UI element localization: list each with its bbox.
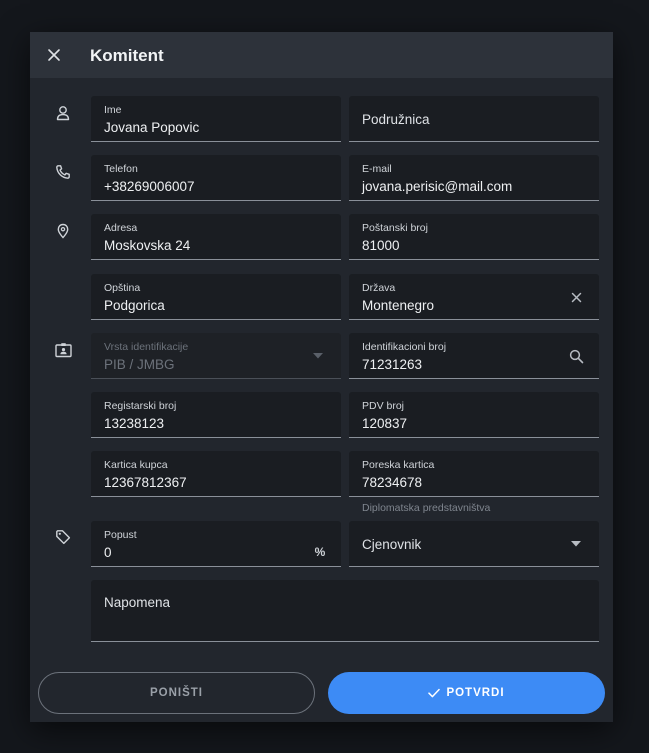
vrsta-identifikacije-value: PIB / JMBG (104, 357, 175, 372)
registarski-broj-value: 13238123 (104, 416, 165, 431)
client-dialog: Komitent Ime Jovana Popovic Podružnica T… (30, 32, 613, 722)
opstina-value: Podgorica (104, 298, 165, 313)
email-label: E-mail (362, 163, 392, 175)
poreska-kartica-field[interactable]: Poreska kartica 78234678 (349, 451, 599, 497)
cancel-button-label: PONIŠTI (149, 687, 203, 699)
dropdown-arrow-icon[interactable] (567, 535, 585, 553)
pdv-broj-value: 120837 (362, 416, 408, 431)
telefon-value: +38269006007 (104, 179, 195, 194)
postanski-broj-field[interactable]: Poštanski broj 81000 (349, 214, 599, 260)
identifikacioni-broj-field[interactable]: Identifikacioni broj 71231263 (349, 333, 599, 379)
registarski-broj-field[interactable]: Registarski broj 13238123 (91, 392, 341, 438)
kartica-kupca-value: 12367812367 (104, 475, 187, 490)
drzava-value: Montenegro (362, 298, 435, 313)
phone-icon (52, 161, 74, 183)
person-icon (52, 102, 74, 124)
pdv-broj-label: PDV broj (362, 400, 405, 412)
kartica-kupca-label: Kartica kupca (104, 459, 168, 471)
confirm-button-label: POTVRDI (446, 687, 505, 699)
id-card-icon (52, 339, 74, 361)
adresa-field[interactable]: Adresa Moskovska 24 (91, 214, 341, 260)
email-value: jovana.perisic@mail.com (362, 179, 513, 194)
tag-icon (52, 526, 74, 548)
popust-field[interactable]: Popust 0 % (91, 521, 341, 567)
poreska-kartica-value: 78234678 (362, 475, 423, 490)
cancel-button[interactable]: PONIŠTI (38, 672, 315, 714)
napomena-placeholder: Napomena (104, 595, 171, 610)
search-icon[interactable] (567, 347, 585, 365)
poreska-kartica-helper-text: Diplomatska predstavništva (362, 502, 491, 514)
ime-value: Jovana Popovic (104, 120, 200, 135)
check-icon (428, 688, 441, 698)
poreska-kartica-label: Poreska kartica (362, 459, 435, 471)
registarski-broj-label: Registarski broj (104, 400, 177, 412)
telefon-label: Telefon (104, 163, 138, 175)
vrsta-identifikacije-select: Vrsta identifikacije PIB / JMBG (91, 333, 341, 379)
dialog-title: Komitent (90, 46, 164, 65)
percent-icon: % (314, 545, 326, 559)
postanski-broj-value: 81000 (362, 238, 400, 253)
adresa-value: Moskovska 24 (104, 238, 191, 253)
ime-label: Ime (104, 104, 122, 116)
napomena-textarea[interactable]: Napomena (91, 580, 599, 642)
popust-label: Popust (104, 529, 137, 541)
podruznica-placeholder: Podružnica (362, 112, 430, 127)
email-field[interactable]: E-mail jovana.perisic@mail.com (349, 155, 599, 201)
cjenovnik-placeholder: Cjenovnik (362, 537, 422, 552)
confirm-button[interactable]: POTVRDI (328, 672, 605, 714)
pdv-broj-field[interactable]: PDV broj 120837 (349, 392, 599, 438)
drzava-label: Država (362, 282, 396, 294)
podruznica-field[interactable]: Podružnica (349, 96, 599, 142)
vrsta-identifikacije-label: Vrsta identifikacije (104, 341, 189, 353)
close-icon[interactable] (43, 44, 65, 66)
kartica-kupca-field[interactable]: Kartica kupca 12367812367 (91, 451, 341, 497)
drzava-field[interactable]: Država Montenegro (349, 274, 599, 320)
ime-field[interactable]: Ime Jovana Popovic (91, 96, 341, 142)
adresa-label: Adresa (104, 222, 138, 234)
opstina-label: Opština (104, 282, 141, 294)
cjenovnik-select[interactable]: Cjenovnik (349, 521, 599, 567)
postanski-broj-label: Poštanski broj (362, 222, 428, 234)
identifikacioni-broj-label: Identifikacioni broj (362, 341, 447, 353)
location-pin-icon (52, 220, 74, 242)
popust-value: 0 (104, 545, 112, 560)
clear-icon[interactable] (567, 288, 585, 306)
telefon-field[interactable]: Telefon +38269006007 (91, 155, 341, 201)
identifikacioni-broj-value: 71231263 (362, 357, 423, 372)
dialog-header: Komitent (30, 32, 613, 78)
opstina-field[interactable]: Opština Podgorica (91, 274, 341, 320)
dropdown-arrow-icon (309, 347, 327, 365)
